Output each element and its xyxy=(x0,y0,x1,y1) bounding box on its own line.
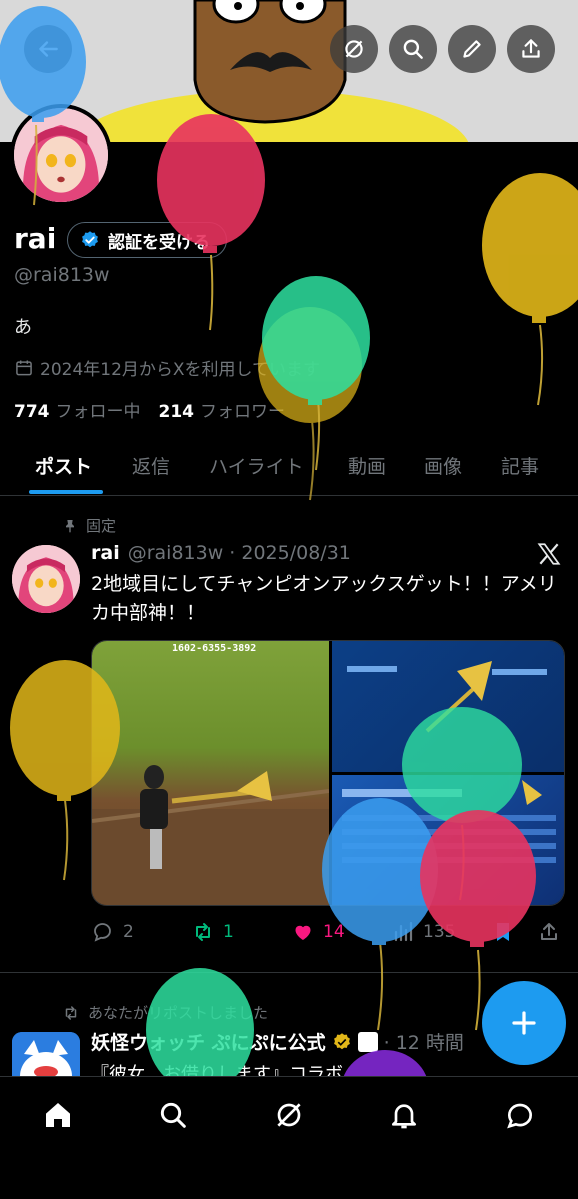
nav-home[interactable] xyxy=(38,1095,78,1135)
repost-note-label: あなたがリポストしました xyxy=(88,1004,269,1022)
balloon-yellow-icon xyxy=(482,173,578,406)
share-post-button[interactable] xyxy=(537,920,561,944)
handle: @rai813w xyxy=(14,264,110,286)
pin-icon xyxy=(66,519,74,533)
post-avatar-image xyxy=(12,545,80,613)
profile-tabs: ポスト 返信 ハイライト 動画 画像 記事 xyxy=(0,440,578,496)
avatar[interactable] xyxy=(10,104,112,206)
repost-indicator: あなたがリポストしました xyxy=(62,1002,268,1023)
bookmark-button[interactable] xyxy=(491,920,515,944)
post2-header: 妖怪ウォッチ ぷにぷに公式 · 12 時間 xyxy=(91,1028,464,1055)
reply-icon xyxy=(94,923,111,942)
share-icon xyxy=(522,39,540,58)
compose-button[interactable] xyxy=(482,981,566,1065)
repost-button[interactable]: 1 xyxy=(191,920,234,944)
post-divider xyxy=(0,972,578,973)
arrow-left-icon xyxy=(39,41,58,57)
tab-replies[interactable]: 返信 xyxy=(132,452,170,479)
gold-verified-badge-icon xyxy=(333,1032,350,1049)
repost-count: 1 xyxy=(223,922,234,942)
post-author-name[interactable]: rai xyxy=(91,542,120,564)
edit-button[interactable] xyxy=(448,25,496,73)
reply-count: 2 xyxy=(123,922,134,942)
heart-icon xyxy=(295,925,311,940)
get-verified-button[interactable]: 認証を受ける xyxy=(67,222,227,258)
post2-author-name[interactable]: 妖怪ウォッチ ぷにぷに公式 xyxy=(91,1028,326,1055)
reply-button[interactable]: 2 xyxy=(91,920,134,944)
grok-icon xyxy=(277,1103,301,1127)
results-art xyxy=(342,780,556,863)
get-verified-label: 認証を受ける xyxy=(108,232,210,253)
grok-icon xyxy=(345,40,363,58)
avatar-image xyxy=(14,108,108,202)
like-count: 14 xyxy=(323,922,345,942)
following-count: 774 xyxy=(14,402,50,422)
share-button[interactable] xyxy=(507,25,555,73)
views-count: 135 xyxy=(423,922,456,942)
verified-badge-icon xyxy=(82,231,98,248)
tab-media[interactable]: 画像 xyxy=(424,452,462,479)
post-header: rai @rai813w · 2025/08/31 xyxy=(91,542,351,564)
repost-icon xyxy=(196,923,210,941)
tab-highlights[interactable]: ハイライト xyxy=(209,452,304,479)
nav-messages[interactable] xyxy=(500,1095,540,1135)
following-link[interactable]: 774 フォロー中 xyxy=(14,397,141,422)
affiliate-badge-icon xyxy=(357,1031,378,1052)
joined-date: 2024年12月からXを利用しています xyxy=(14,355,320,380)
followers-label: フォロワー xyxy=(200,402,285,422)
following-label: フォロー中 xyxy=(55,402,141,422)
share-icon xyxy=(541,923,557,940)
pinned-indicator: 固定 xyxy=(62,515,116,536)
search-icon xyxy=(160,1102,186,1128)
followers-count: 214 xyxy=(158,402,195,422)
pinned-label: 固定 xyxy=(86,517,117,535)
bookmark-icon xyxy=(497,923,509,941)
joined-label: 2024年12月からXを利用しています xyxy=(40,360,321,380)
media-image-gameplay[interactable]: 1602-6355-3892 xyxy=(92,641,329,905)
tab-posts[interactable]: ポスト xyxy=(35,452,92,479)
tab-videos[interactable]: 動画 xyxy=(348,452,386,479)
plus-icon xyxy=(512,1011,536,1035)
x-logo-icon xyxy=(537,543,561,565)
post-actions: 2 1 14 135 xyxy=(91,920,565,946)
bio: あ xyxy=(14,317,32,338)
post-meta: @rai813w · 2025/08/31 xyxy=(127,542,351,564)
notifications-icon xyxy=(392,1104,416,1129)
views-button[interactable]: 135 xyxy=(391,920,455,944)
bottom-nav xyxy=(0,1076,578,1199)
gameplay-art xyxy=(92,765,329,905)
views-chart-icon xyxy=(394,921,413,942)
calendar-icon xyxy=(16,360,32,375)
messages-icon xyxy=(507,1103,533,1129)
follow-stats: 774 フォロー中 214 フォロワー xyxy=(14,397,285,422)
home-icon xyxy=(46,1103,70,1127)
display-name: rai xyxy=(14,222,57,255)
followers-link[interactable]: 214 フォロワー xyxy=(159,397,286,422)
tab-articles[interactable]: 記事 xyxy=(501,452,539,479)
nav-notifications[interactable] xyxy=(384,1095,424,1135)
post-media-grid[interactable]: 1602-6355-3892 xyxy=(91,640,565,906)
repost-icon xyxy=(65,1005,77,1020)
search-button[interactable] xyxy=(389,25,437,73)
nav-grok[interactable] xyxy=(269,1095,309,1135)
post-avatar[interactable] xyxy=(12,545,80,613)
search-icon xyxy=(403,39,423,59)
nav-search[interactable] xyxy=(153,1095,193,1135)
back-button[interactable] xyxy=(24,25,72,73)
media-image-reward[interactable] xyxy=(332,641,564,772)
post2-meta: · 12 時間 xyxy=(383,1032,464,1054)
active-tab-indicator xyxy=(29,490,103,494)
reward-art xyxy=(347,661,547,733)
grok-button[interactable] xyxy=(330,25,378,73)
edit-icon xyxy=(463,40,481,58)
media-image-results[interactable] xyxy=(332,775,564,905)
like-button[interactable]: 14 xyxy=(291,920,345,944)
post-text: 2地域目にしてチャンピオンアックスゲット！！アメリカ中部神！！ xyxy=(91,573,557,624)
